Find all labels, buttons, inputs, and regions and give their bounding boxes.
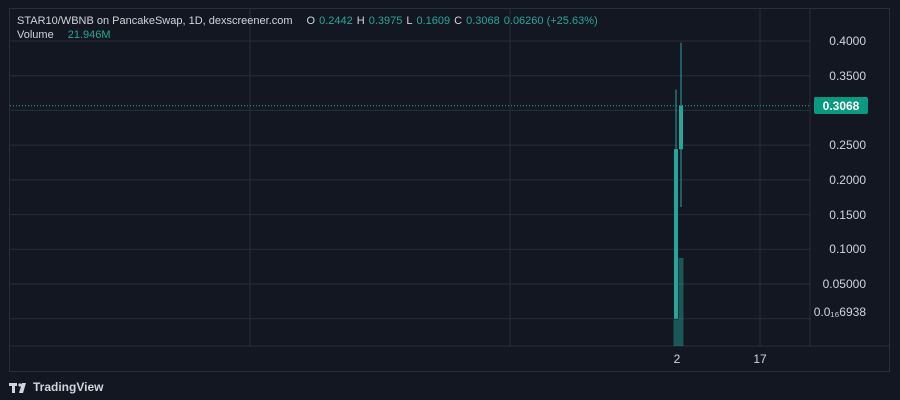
y-tick-label: 0.4000 bbox=[829, 34, 866, 48]
candle-body bbox=[674, 149, 678, 319]
candle-body bbox=[679, 105, 683, 150]
brand-name: TradingView bbox=[33, 380, 104, 394]
change-value: 0.06260 (+25.63%) bbox=[503, 15, 598, 27]
legend-title: STAR10/WBNB on PancakeSwap, 1D, dexscree… bbox=[17, 15, 293, 27]
y-tick-label: 0.3500 bbox=[829, 68, 866, 83]
x-tick-label: 2 bbox=[673, 352, 681, 366]
volume-value: 21.946M bbox=[67, 29, 111, 41]
open-value: 0.2442 bbox=[319, 15, 353, 27]
y-tick-label: 0.0₁₆6938 bbox=[813, 304, 866, 319]
close-label: C bbox=[454, 15, 463, 27]
ohlc-row: STAR10/WBNB on PancakeSwap, 1D, dexscree… bbox=[17, 14, 598, 28]
volume-row: Volume 21.946M bbox=[17, 28, 598, 42]
low-value: 0.1609 bbox=[416, 15, 451, 27]
y-tick-label: 0.05000 bbox=[822, 277, 866, 291]
x-tick-label: 17 bbox=[753, 352, 767, 366]
chart-legend: STAR10/WBNB on PancakeSwap, 1D, dexscree… bbox=[17, 14, 598, 42]
open-label: O bbox=[306, 15, 316, 27]
tradingview-logo[interactable]: TradingView bbox=[9, 380, 103, 394]
volume-bar bbox=[678, 258, 684, 346]
y-tick-label: 0.2000 bbox=[829, 172, 866, 187]
close-value: 0.3068 bbox=[466, 15, 500, 27]
volume-label: Volume bbox=[17, 29, 54, 41]
tradingview-icon bbox=[9, 382, 29, 393]
y-tick-label: 0.1000 bbox=[829, 242, 866, 257]
candlestick-chart[interactable] bbox=[0, 0, 900, 400]
volume-bar bbox=[673, 319, 679, 346]
y-tick-label: 0.2500 bbox=[829, 138, 866, 153]
high-label: H bbox=[356, 15, 365, 27]
low-label: L bbox=[406, 15, 413, 27]
high-value: 0.3975 bbox=[368, 15, 403, 27]
current-price-badge: 0.3068 bbox=[814, 97, 868, 114]
y-tick-label: 0.1500 bbox=[829, 207, 866, 222]
